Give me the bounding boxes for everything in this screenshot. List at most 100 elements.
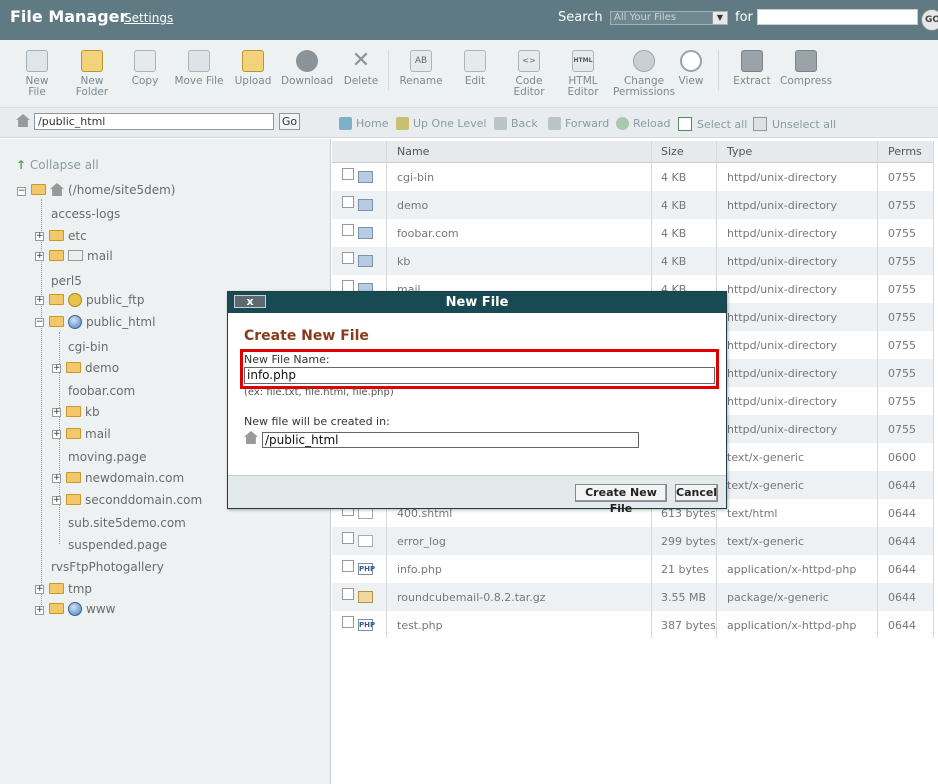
move-file-button[interactable]: Move File — [173, 50, 225, 87]
row-checkbox[interactable] — [342, 588, 354, 600]
upload-button[interactable]: Upload — [233, 50, 273, 87]
table-row[interactable]: kb 4 KB httpd/unix-directory 0755 — [332, 247, 934, 275]
tree-toggle-www[interactable]: + — [35, 606, 44, 615]
tree-item-newdomain[interactable]: newdomain.com — [66, 471, 184, 485]
row-checkbox[interactable] — [342, 560, 354, 572]
tree-item-cgi-bin[interactable]: cgi-bin — [68, 340, 108, 354]
tree-toggle-mail[interactable]: + — [35, 252, 44, 261]
tree-item-rvsftp[interactable]: rvsFtpPhotogallery — [51, 560, 164, 574]
tree-public-html-label: public_html — [86, 315, 156, 329]
cell-name: error_log — [397, 535, 446, 548]
rename-button[interactable]: AB Rename — [398, 50, 444, 87]
tree-toggle-tmp[interactable]: + — [35, 585, 44, 594]
tree-item-mail-sub[interactable]: mail — [66, 427, 111, 441]
nav-reload[interactable]: Reload — [616, 117, 670, 130]
view-button[interactable]: View — [675, 50, 707, 87]
row-checkbox[interactable] — [342, 532, 354, 544]
tree-item-www[interactable]: www — [49, 602, 115, 616]
tree-item-suspended[interactable]: suspended.page — [68, 538, 167, 552]
tree-toggle-public-ftp[interactable]: + — [35, 296, 44, 305]
col-header-type[interactable]: Type — [727, 141, 752, 163]
cell-perms: 0644 — [888, 535, 916, 548]
tree-item-tmp[interactable]: tmp — [49, 582, 92, 596]
tree-toggle-mail2[interactable]: + — [52, 430, 61, 439]
new-folder-button[interactable]: New Folder — [70, 50, 114, 98]
row-checkbox[interactable] — [342, 252, 354, 264]
tree-item-public-html[interactable]: public_html — [49, 315, 155, 329]
tree-item-seconddomain[interactable]: seconddomain.com — [66, 493, 202, 507]
tree-item-kb[interactable]: kb — [66, 405, 100, 419]
tree-item-demo[interactable]: demo — [66, 361, 119, 375]
new-file-button[interactable]: New File — [15, 50, 59, 98]
download-button[interactable]: Download — [281, 50, 333, 87]
tree-item-root[interactable]: (/home/site5dem) — [31, 183, 175, 197]
row-checkbox[interactable] — [342, 616, 354, 628]
tree-toggle-public-html[interactable]: − — [35, 318, 44, 327]
search-input[interactable] — [757, 9, 918, 25]
table-row[interactable]: cgi-bin 4 KB httpd/unix-directory 0755 — [332, 163, 934, 191]
envelope-icon — [68, 250, 83, 261]
html-editor-button[interactable]: HTML HTML Editor — [562, 50, 604, 98]
tree-toggle-seconddomain[interactable]: + — [52, 496, 61, 505]
path-input[interactable]: /public_html — [34, 113, 274, 130]
path-go-button[interactable]: Go — [279, 113, 300, 130]
nav-home[interactable]: Home — [339, 117, 388, 130]
location-input[interactable]: /public_html — [262, 432, 639, 448]
tree-item-mail[interactable]: mail — [49, 249, 113, 263]
row-checkbox[interactable] — [342, 196, 354, 208]
cancel-button[interactable]: Cancel — [675, 484, 718, 502]
create-new-file-button[interactable]: Create New File — [575, 484, 667, 515]
row-checkbox[interactable] — [342, 224, 354, 236]
nav-back[interactable]: Back — [494, 117, 538, 130]
tree-item-moving[interactable]: moving.page — [68, 450, 146, 464]
tree-toggle-demo[interactable]: + — [52, 364, 61, 373]
table-row[interactable]: foobar.com 4 KB httpd/unix-directory 0755 — [332, 219, 934, 247]
row-checkbox[interactable] — [342, 168, 354, 180]
tree-item-public-ftp[interactable]: public_ftp — [49, 293, 144, 307]
home-icon — [339, 117, 352, 130]
nav-forward[interactable]: Forward — [548, 117, 609, 130]
col-header-name[interactable]: Name — [397, 141, 429, 163]
search-go-button[interactable]: GO — [921, 9, 938, 31]
search-scope-select[interactable]: All Your Files ▼ — [610, 11, 728, 25]
file-name-input[interactable]: info.php — [244, 367, 715, 384]
col-header-size[interactable]: Size — [661, 141, 684, 163]
table-row[interactable]: roundcubemail-0.8.2.tar.gz 3.55 MB package… — [332, 583, 934, 611]
tree-public-ftp-label: public_ftp — [86, 293, 145, 307]
tree-item-foobar[interactable]: foobar.com — [68, 384, 135, 398]
nav-unselect-all[interactable]: Unselect all — [753, 117, 836, 131]
tree-item-access-logs[interactable]: access-logs — [51, 207, 120, 221]
edit-button[interactable]: Edit — [457, 50, 493, 87]
chevron-down-icon[interactable]: ▼ — [712, 12, 727, 24]
table-row[interactable]: PHP test.php 387 bytes application/x-httpd-… — [332, 611, 934, 639]
code-editor-button[interactable]: <> Code Editor — [508, 50, 550, 98]
tree-item-perl5[interactable]: perl5 — [51, 274, 82, 288]
home-icon — [244, 431, 258, 444]
copy-button[interactable]: Copy — [125, 50, 165, 87]
tree-toggle-root[interactable]: − — [17, 187, 26, 196]
nav-up-one-level[interactable]: Up One Level — [396, 117, 486, 130]
tree-item-etc[interactable]: etc — [49, 229, 87, 243]
download-label: Download — [281, 75, 334, 87]
collapse-all-link[interactable]: ↑ Collapse all — [16, 158, 99, 172]
compress-button[interactable]: Compress — [780, 50, 832, 87]
table-row[interactable]: demo 4 KB httpd/unix-directory 0755 — [332, 191, 934, 219]
extract-button[interactable]: Extract — [730, 50, 774, 87]
table-row[interactable]: PHP info.php 21 bytes application/x-httpd-p… — [332, 555, 934, 583]
tree-mail2-label: mail — [85, 427, 111, 441]
change-permissions-button[interactable]: Change Permissions — [612, 50, 676, 98]
settings-link[interactable]: Settings — [124, 11, 173, 25]
file-name-label: New File Name: — [244, 353, 330, 366]
cell-type: package/x-generic — [727, 591, 829, 604]
dialog-close-button[interactable]: x — [234, 295, 266, 308]
delete-button[interactable]: ✕ Delete — [341, 50, 381, 87]
tree-toggle-kb[interactable]: + — [52, 408, 61, 417]
tree-toggle-etc[interactable]: + — [35, 232, 44, 241]
nav-select-all[interactable]: Select all — [678, 117, 747, 131]
cell-name: roundcubemail-0.8.2.tar.gz — [397, 591, 546, 604]
table-row[interactable]: error_log 299 bytes text/x-generic 0644 — [332, 527, 934, 555]
tree-toggle-newdomain[interactable]: + — [52, 474, 61, 483]
col-header-perms[interactable]: Perms — [888, 141, 922, 163]
home-icon[interactable] — [16, 114, 30, 127]
tree-item-sub[interactable]: sub.site5demo.com — [68, 516, 186, 530]
